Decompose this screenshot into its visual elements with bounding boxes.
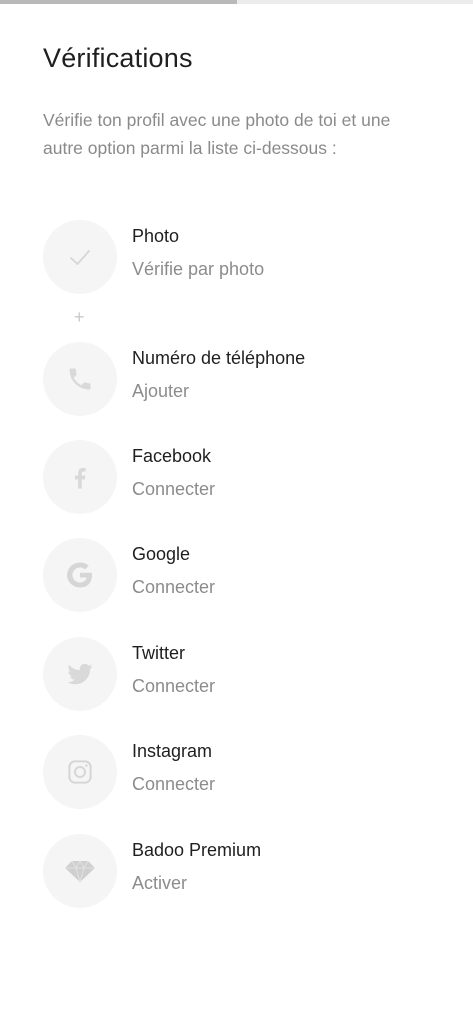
page-title: Vérifications — [43, 43, 193, 73]
diamond-icon — [43, 834, 117, 908]
verification-google-action[interactable]: Connecter — [132, 577, 215, 598]
google-icon — [43, 538, 117, 612]
verification-premium-action[interactable]: Activer — [132, 873, 187, 894]
verification-facebook-label: Facebook — [132, 446, 212, 466]
verification-instagram[interactable]: Instagram Connecter — [43, 735, 443, 809]
verification-google-label: Google — [132, 544, 191, 564]
plus-separator: + — [74, 307, 85, 327]
verification-photo[interactable]: Photo Vérifie par photo — [43, 220, 443, 294]
verification-phone[interactable]: Numéro de téléphone Ajouter — [43, 342, 443, 416]
progress-fill — [0, 0, 237, 4]
facebook-icon — [43, 440, 117, 514]
verification-premium-label: Badoo Premium — [132, 840, 262, 860]
page-description: Vérifie ton profil avec une photo de toi… — [43, 110, 391, 158]
verification-photo-action[interactable]: Vérifie par photo — [132, 259, 264, 280]
verification-google[interactable]: Google Connecter — [43, 538, 443, 612]
verification-phone-label: Numéro de téléphone — [132, 348, 306, 368]
verification-instagram-action[interactable]: Connecter — [132, 774, 215, 795]
twitter-icon — [43, 637, 117, 711]
verification-facebook-action[interactable]: Connecter — [132, 479, 215, 500]
verification-twitter-label: Twitter — [132, 643, 186, 663]
verification-facebook[interactable]: Facebook Connecter — [43, 440, 443, 514]
phone-icon — [43, 342, 117, 416]
verification-instagram-label: Instagram — [132, 741, 213, 761]
verification-photo-label: Photo — [132, 226, 180, 246]
verification-phone-action[interactable]: Ajouter — [132, 381, 189, 402]
progress-bar — [0, 0, 473, 4]
instagram-icon — [43, 735, 117, 809]
verification-premium[interactable]: Badoo Premium Activer — [43, 834, 443, 908]
verification-twitter-action[interactable]: Connecter — [132, 676, 215, 697]
check-icon — [43, 220, 117, 294]
verification-twitter[interactable]: Twitter Connecter — [43, 637, 443, 711]
